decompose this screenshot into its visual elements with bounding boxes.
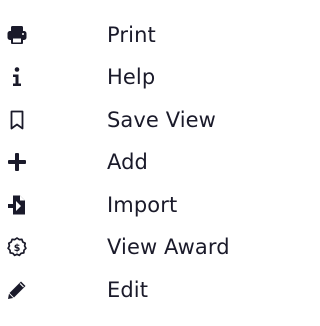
- menu-item-print[interactable]: Print: [0, 16, 259, 56]
- menu-item-view-award[interactable]: $ View Award: [0, 228, 259, 268]
- award-icon: $: [6, 236, 28, 258]
- menu-item-import[interactable]: Import: [0, 186, 259, 226]
- pencil-icon: [6, 279, 28, 301]
- plus-icon: [6, 151, 28, 173]
- menu-item-label: Print: [107, 23, 156, 47]
- menu-item-label: Save View: [107, 108, 216, 132]
- menu-item-edit[interactable]: Edit: [0, 271, 259, 311]
- menu-item-label: Edit: [107, 278, 149, 302]
- menu-item-add[interactable]: Add: [0, 143, 259, 183]
- import-icon: [6, 194, 28, 216]
- print-icon: [6, 24, 28, 46]
- menu-item-label: View Award: [107, 235, 230, 259]
- menu-item-help[interactable]: Help: [0, 58, 259, 98]
- menu-item-save-view[interactable]: Save View: [0, 101, 259, 141]
- info-icon: [6, 66, 28, 88]
- menu-item-label: Import: [107, 193, 178, 217]
- bookmark-icon: [6, 109, 28, 131]
- menu-item-label: Help: [107, 65, 156, 89]
- svg-text:$: $: [14, 243, 21, 254]
- actions-menu: Print Help Save View Add Import $ View A…: [0, 0, 259, 326]
- menu-item-label: Add: [107, 150, 148, 174]
